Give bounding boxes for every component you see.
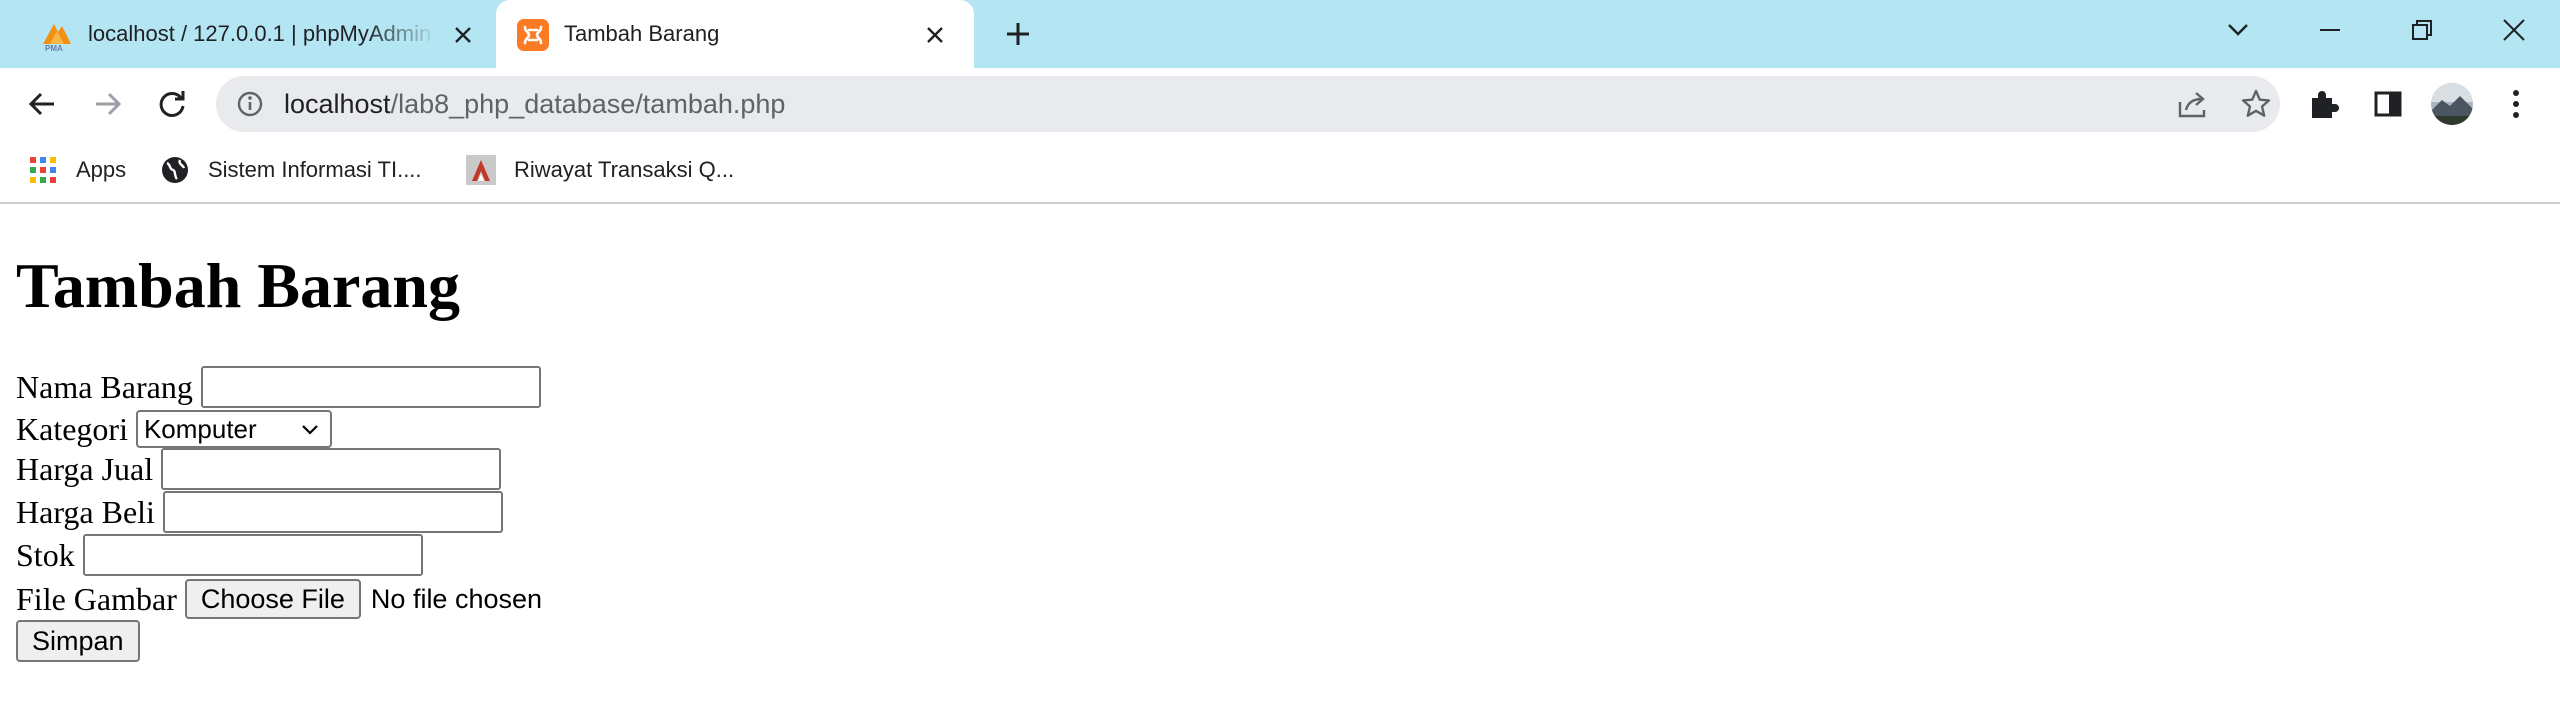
plus-icon xyxy=(1007,23,1029,45)
close-tab-icon[interactable] xyxy=(450,22,476,48)
new-tab-button[interactable] xyxy=(998,14,1038,54)
file-gambar-label: File Gambar xyxy=(16,580,177,617)
phpmyadmin-icon: PMA xyxy=(40,18,74,53)
puzzle-icon xyxy=(2312,91,2339,118)
url-host: localhost xyxy=(284,89,391,119)
side-panel-icon xyxy=(2374,91,2402,117)
back-button[interactable] xyxy=(20,82,64,126)
bookmark-apps[interactable]: Apps xyxy=(28,152,126,188)
form-row-submit: Simpan xyxy=(16,620,140,662)
bookmark-riwayat-transaksi[interactable]: Riwayat Transaksi Q... xyxy=(466,152,734,188)
stok-label: Stok xyxy=(16,536,75,573)
kategori-select[interactable]: Komputer xyxy=(135,410,332,448)
arrow-left-icon xyxy=(28,92,54,116)
file-status-text: No file chosen xyxy=(370,583,543,614)
chrome-menu-button[interactable] xyxy=(2496,84,2536,124)
bookmarks-bar: Apps Sistem Informasi TI.... Riwayat Tra… xyxy=(0,140,2560,204)
form-row-file-gambar: File Gambar Choose File No file chosen xyxy=(16,578,542,620)
minimize-button[interactable] xyxy=(2306,10,2354,50)
profile-avatar[interactable] xyxy=(2430,82,2474,126)
xampp-icon xyxy=(516,18,550,52)
address-bar[interactable]: localhost/lab8_php_database/tambah.php xyxy=(216,76,2280,132)
close-window-button[interactable] xyxy=(2490,10,2538,50)
tab-search-button[interactable] xyxy=(2214,10,2262,50)
forward-button[interactable] xyxy=(86,82,130,126)
bookmark-label: Sistem Informasi TI.... xyxy=(208,157,422,182)
chevron-down-icon xyxy=(2228,24,2248,36)
bookmark-label: Riwayat Transaksi Q... xyxy=(514,157,735,182)
harga-beli-input[interactable] xyxy=(162,491,503,533)
url-path: /lab8_php_database/tambah.php xyxy=(390,89,786,119)
restore-icon xyxy=(2412,20,2432,40)
bookmark-sistem-informasi[interactable]: Sistem Informasi TI.... xyxy=(160,152,422,188)
nama-barang-input[interactable] xyxy=(200,366,541,408)
nama-barang-label: Nama Barang xyxy=(16,368,193,405)
page-title: Tambah Barang xyxy=(16,250,460,321)
tab-title: localhost / 127.0.0.1 | phpMyAdmin xyxy=(88,21,432,46)
simpan-button[interactable]: Simpan xyxy=(16,620,140,662)
browser-toolbar: localhost/lab8_php_database/tambah.php xyxy=(0,68,2560,140)
share-icon[interactable] xyxy=(2176,88,2208,120)
close-icon xyxy=(2503,19,2525,41)
kebab-menu-icon xyxy=(2513,90,2519,118)
choose-file-button[interactable]: Choose File xyxy=(184,579,361,619)
form-row-kategori: Kategori Komputer xyxy=(16,408,332,450)
extensions-button[interactable] xyxy=(2304,84,2344,124)
harga-jual-label: Harga Jual xyxy=(16,450,154,487)
stok-input[interactable] xyxy=(82,534,423,576)
bookmark-favicon xyxy=(466,155,496,185)
harga-beli-label: Harga Beli xyxy=(16,493,155,530)
chevron-down-icon xyxy=(302,425,318,435)
tab-tambah-barang[interactable]: Tambah Barang xyxy=(496,0,974,68)
tab-strip: PMA localhost / 127.0.0.1 | phpMyAdmin T… xyxy=(0,0,2560,68)
avatar-icon xyxy=(2431,83,2473,125)
harga-jual-input[interactable] xyxy=(161,448,502,490)
minimize-icon xyxy=(2320,29,2340,31)
reload-icon xyxy=(159,91,185,117)
globe-icon xyxy=(160,155,190,185)
kategori-label: Kategori xyxy=(16,410,128,447)
bookmark-label: Apps xyxy=(76,157,127,182)
reload-button[interactable] xyxy=(150,82,194,126)
form-row-harga-jual: Harga Jual xyxy=(16,448,502,490)
close-tab-icon[interactable] xyxy=(922,22,948,48)
form-row-stok: Stok xyxy=(16,534,423,576)
form-row-nama: Nama Barang xyxy=(16,366,541,408)
form-row-harga-beli: Harga Beli xyxy=(16,491,503,533)
tab-phpmyadmin[interactable]: PMA localhost / 127.0.0.1 | phpMyAdmin xyxy=(0,0,492,68)
apps-grid-icon xyxy=(28,155,58,185)
page-content: Tambah Barang Nama Barang Kategori Kompu… xyxy=(0,206,2560,726)
kategori-selected-value: Komputer xyxy=(143,413,257,444)
svg-text:PMA: PMA xyxy=(45,44,63,52)
star-icon[interactable] xyxy=(2240,88,2272,120)
arrow-right-icon xyxy=(96,92,122,116)
info-icon[interactable] xyxy=(236,90,264,118)
tab-title: Tambah Barang xyxy=(564,21,720,46)
url-text[interactable]: localhost/lab8_php_database/tambah.php xyxy=(284,89,785,119)
side-panel-button[interactable] xyxy=(2368,84,2408,124)
restore-button[interactable] xyxy=(2398,10,2446,50)
